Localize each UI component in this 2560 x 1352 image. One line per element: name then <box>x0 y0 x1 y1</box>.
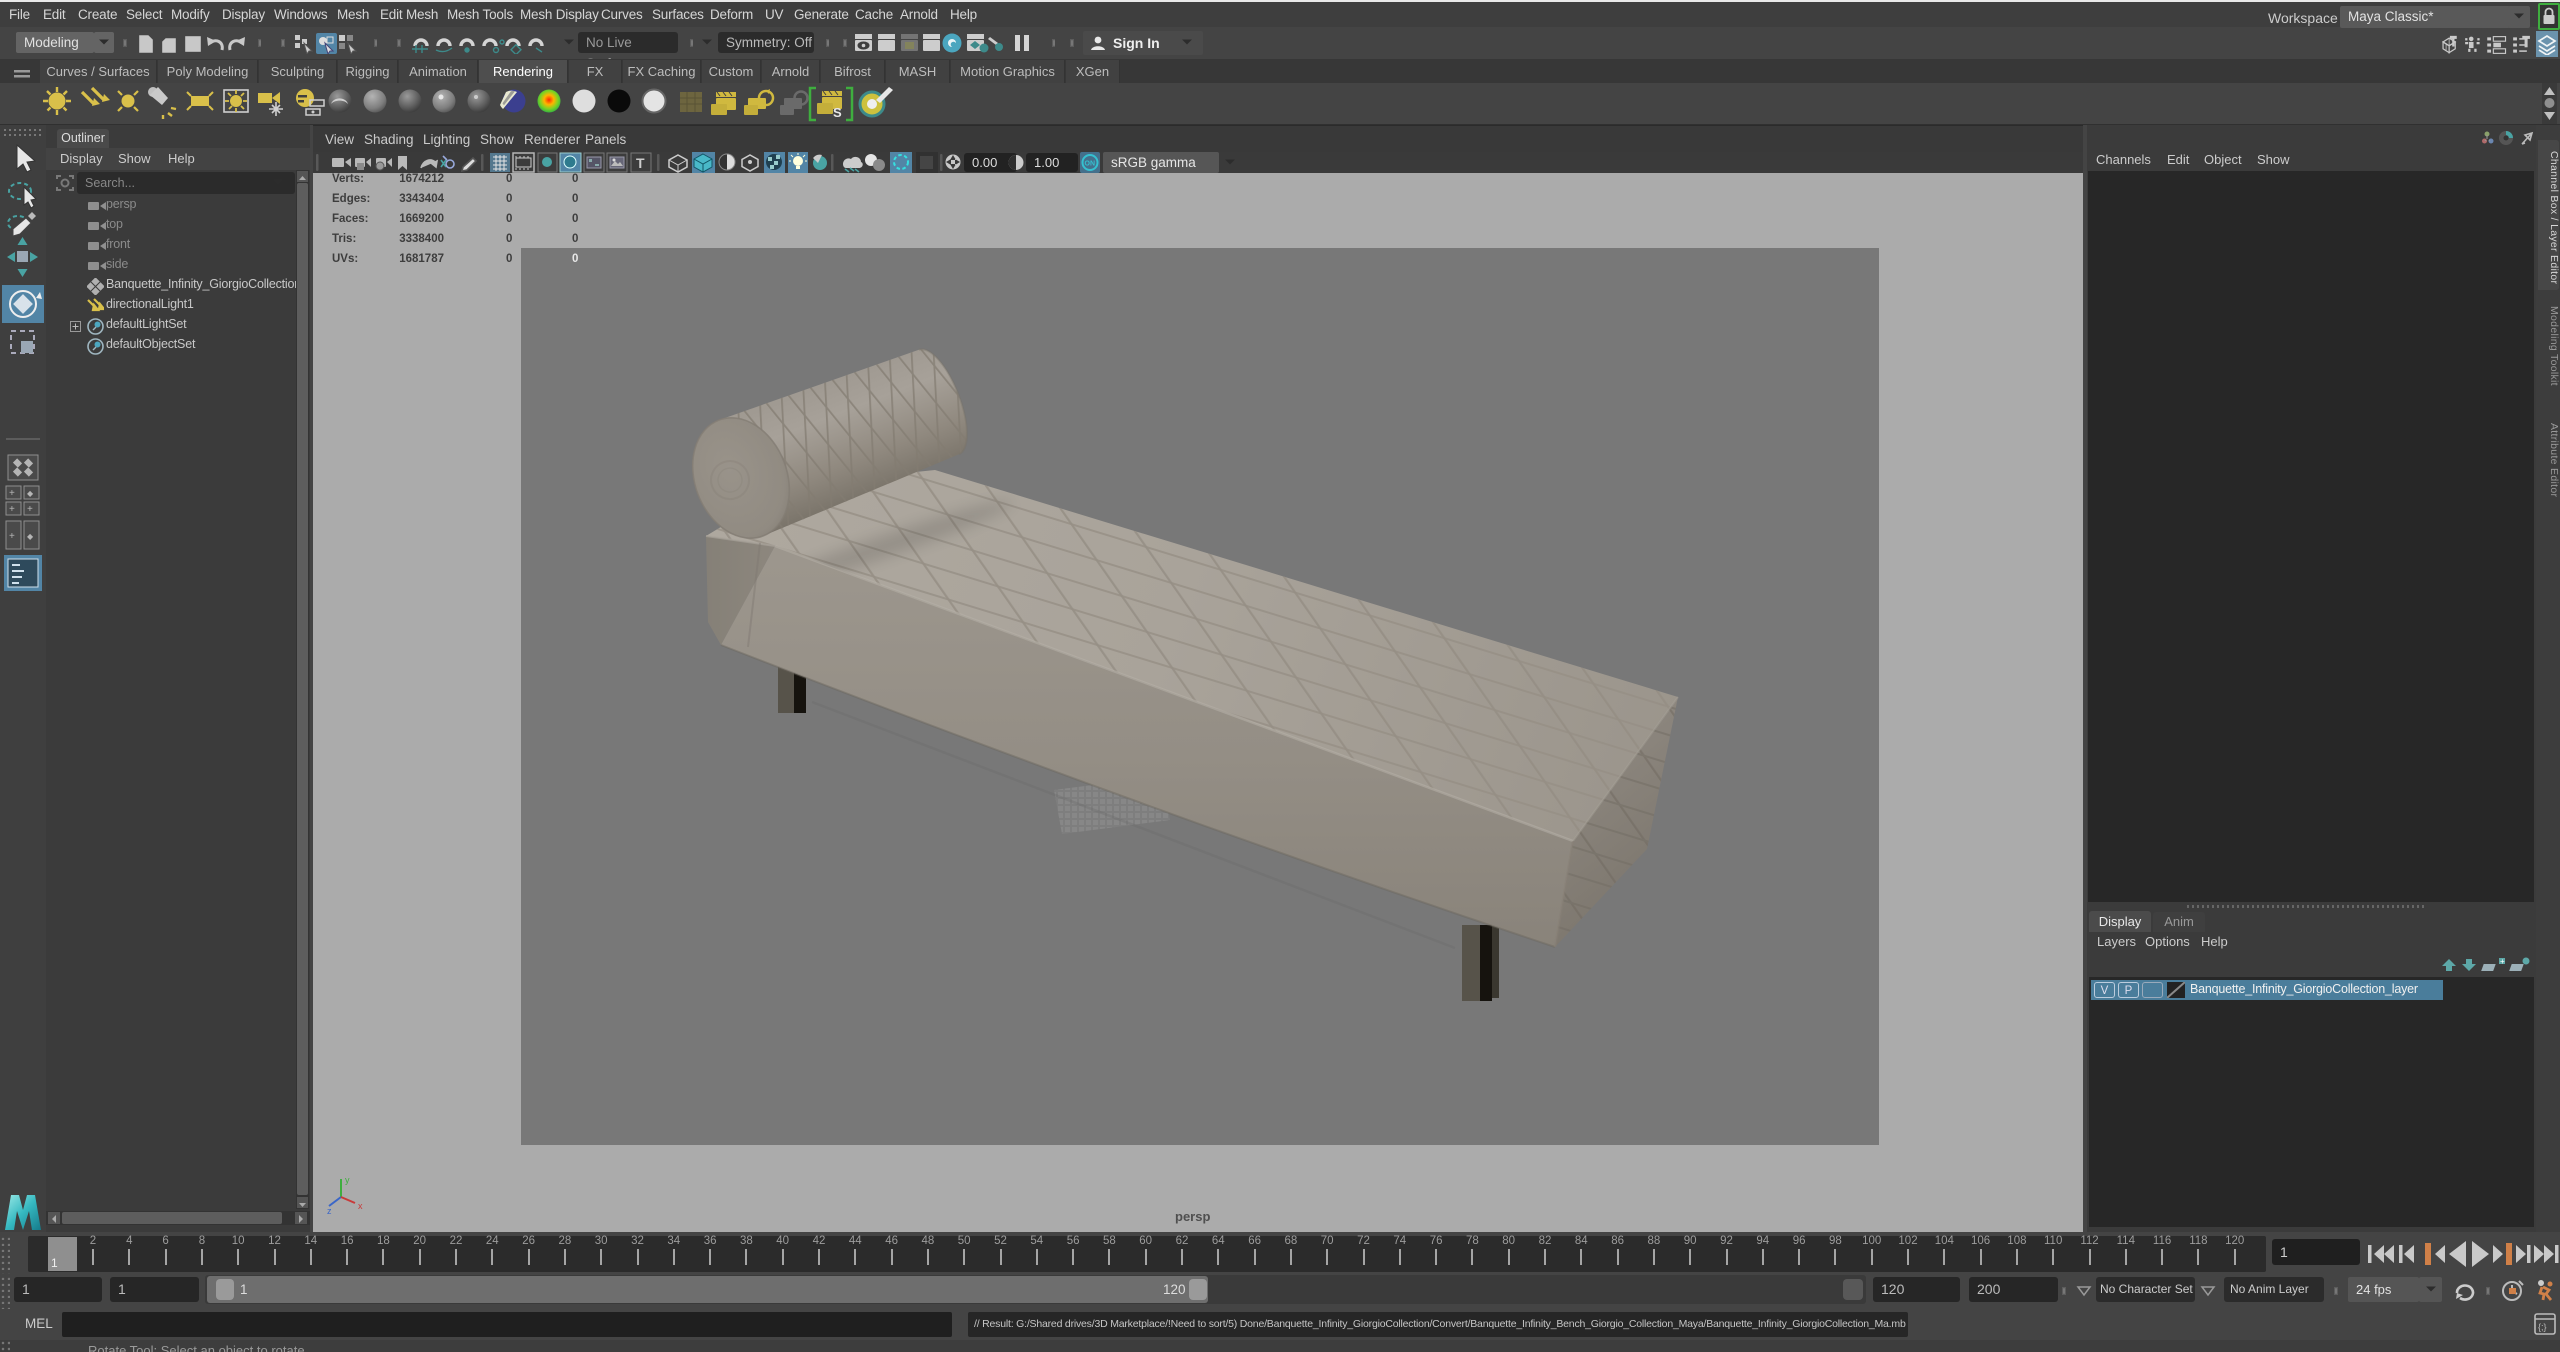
svg-text:{;}: {;} <box>2538 1322 2547 1332</box>
svg-text:S: S <box>833 105 842 120</box>
svg-text:+: + <box>2500 957 2505 966</box>
svg-text:◆: ◆ <box>27 489 34 498</box>
svg-text:ON: ON <box>1085 161 1096 168</box>
svg-text:◆: ◆ <box>27 532 34 541</box>
svg-text:+: + <box>9 488 15 499</box>
svg-text:+: + <box>9 504 15 515</box>
svg-text:T: T <box>636 155 645 171</box>
svg-text:+: + <box>9 531 15 542</box>
svg-text:+: + <box>27 504 33 515</box>
